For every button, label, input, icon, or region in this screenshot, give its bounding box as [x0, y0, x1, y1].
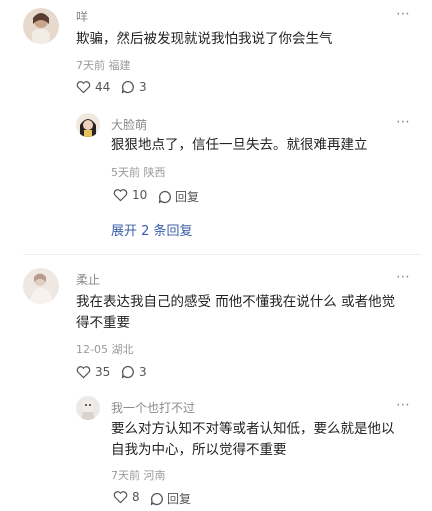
avatar[interactable] — [23, 8, 59, 44]
like-count: 8 — [132, 490, 140, 504]
comment-author[interactable]: 咩 — [76, 8, 88, 25]
reply-label: 回复 — [167, 492, 192, 506]
comment-meta: 7天前 福建 — [76, 59, 131, 72]
reply-count-button[interactable]: 3 — [121, 365, 147, 379]
reply-text-line: 要么对方认知不对等或者认知低，要么就是他以 — [111, 421, 395, 437]
reply-author[interactable]: 大脸萌 — [111, 116, 147, 133]
reply-text-line: 自我为中心，所以觉得不重要 — [111, 442, 287, 458]
comment-text-line: 我在表达我自己的感受 而他不懂我在说什么 或者他觉 — [76, 294, 396, 310]
comment-text: 欺骗，然后被发现就说我怕我说了你会生气 — [76, 31, 333, 47]
reply-author[interactable]: 我一个也打不过 — [111, 399, 195, 416]
avatar[interactable] — [76, 396, 100, 420]
comment-text-line: 得不重要 — [76, 315, 130, 331]
divider — [23, 254, 421, 255]
reply-label: 回复 — [175, 190, 200, 204]
like-button[interactable]: 10 — [113, 188, 147, 202]
more-icon[interactable]: ⋯ — [396, 397, 411, 413]
reply-button[interactable]: 回复 — [158, 188, 199, 205]
reply-count: 3 — [139, 365, 147, 379]
more-icon[interactable]: ⋯ — [396, 269, 411, 285]
reply-meta: 7天前 河南 — [111, 469, 166, 482]
like-button[interactable]: 44 — [76, 80, 110, 94]
comment-icon — [158, 190, 172, 204]
like-button[interactable]: 8 — [113, 490, 140, 504]
like-count: 44 — [95, 80, 111, 94]
comment-icon — [121, 80, 135, 94]
avatar[interactable] — [76, 113, 100, 137]
reply-count: 3 — [139, 80, 147, 94]
reply-meta: 5天前 陕西 — [111, 166, 166, 179]
reply-text: 狠狠地点了，信任一旦失去。就很难再建立 — [111, 137, 368, 153]
comment-icon — [121, 365, 135, 379]
like-button[interactable]: 35 — [76, 365, 110, 379]
comment-author[interactable]: 柔止 — [76, 271, 100, 288]
heart-icon — [76, 80, 91, 94]
heart-icon — [113, 490, 128, 504]
reply-button[interactable]: 回复 — [150, 490, 191, 507]
comment-icon — [150, 492, 164, 506]
heart-icon — [113, 188, 128, 202]
comment-meta: 12-05 湖北 — [76, 343, 134, 356]
avatar[interactable] — [23, 268, 59, 304]
expand-replies-link[interactable]: 展开 2 条回复 — [111, 220, 193, 239]
more-icon[interactable]: ⋯ — [396, 114, 411, 130]
reply-count-button[interactable]: 3 — [121, 80, 147, 94]
more-icon[interactable]: ⋯ — [396, 6, 411, 22]
like-count: 10 — [132, 188, 148, 202]
like-count: 35 — [95, 365, 111, 379]
heart-icon — [76, 365, 91, 379]
